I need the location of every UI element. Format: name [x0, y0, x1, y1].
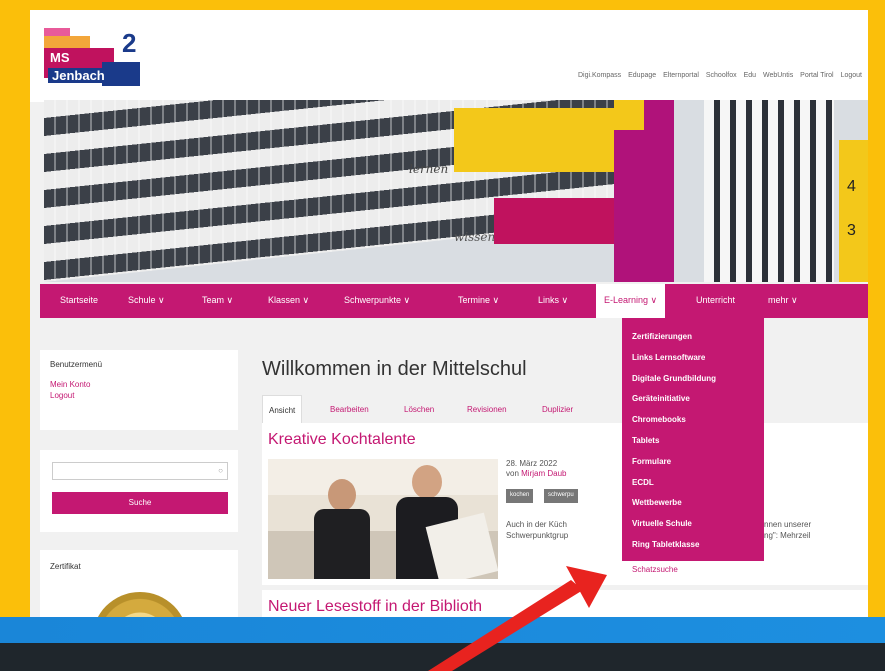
certificate-title: Zertifikat: [50, 562, 81, 571]
tag-badge[interactable]: kochen: [506, 489, 534, 503]
nav-item-links[interactable]: Links ∨: [538, 295, 568, 306]
top-link[interactable]: Portal Tirol: [800, 72, 833, 79]
tab-ansicht[interactable]: Ansicht: [262, 395, 303, 423]
school-logo[interactable]: MS Jenbach 2: [44, 28, 146, 88]
teaser-line: nnen unserer: [764, 520, 812, 529]
teaser-line: Auch in der Küch: [506, 520, 567, 529]
tab-duplizieren[interactable]: Duplizier: [542, 395, 573, 423]
main-navigation: Startseite Schule ∨ Team ∨ Klassen ∨ Sch…: [40, 284, 868, 318]
article-date: 28. März 2022: [506, 459, 558, 468]
link-logout[interactable]: Logout: [50, 391, 74, 400]
top-link[interactable]: Edupage: [628, 72, 656, 79]
top-link[interactable]: WebUntis: [763, 72, 793, 79]
article-teaser: Kreative Kochtalente 28. März 2022 von M…: [262, 423, 868, 585]
hero-word-lernen: lernen: [409, 162, 449, 176]
nav-item-unterricht[interactable]: Unterricht: [696, 295, 735, 305]
logo-text-jenbach: Jenbach: [48, 68, 109, 83]
photo-child-head: [328, 479, 356, 511]
nav-item-team[interactable]: Team ∨: [202, 295, 233, 306]
hero-right-edge: 4 3: [839, 140, 868, 282]
photo-child-body: [314, 509, 370, 579]
tag-badge[interactable]: schwerpu: [544, 489, 578, 503]
hero-yellow-panel: [454, 108, 614, 172]
user-menu-title: Benutzermenü: [50, 360, 103, 369]
nav-item-klassen[interactable]: Klassen ∨: [268, 295, 309, 306]
article-heading[interactable]: Neuer Lesestoff in der Biblioth: [268, 598, 482, 616]
overlay-dark-bar: [0, 643, 885, 671]
hero-word-wissen: wissen: [454, 230, 496, 244]
menu-item-zertifizierungen[interactable]: Zertifizierungen: [622, 332, 764, 353]
logo-block: [44, 36, 90, 48]
menu-item-wettbewerbe[interactable]: Wettbewerbe: [622, 498, 764, 519]
tab-revisionen[interactable]: Revisionen: [467, 395, 507, 423]
hero-right-building: [704, 100, 834, 282]
nav-item-mehr[interactable]: mehr ∨: [768, 295, 798, 306]
nav-item-schule[interactable]: Schule ∨: [128, 295, 165, 306]
hero-pillar-top: [614, 100, 644, 130]
menu-item-formulare[interactable]: Formulare: [622, 457, 764, 478]
web-page: MS Jenbach 2 Digi.Kompass Edupage Eltern…: [30, 10, 868, 671]
menu-item-ecdl[interactable]: ECDL: [622, 478, 764, 499]
menu-item-schatzsuche[interactable]: Schatzsuche: [622, 560, 764, 579]
top-links: Digi.Kompass Edupage Elternportal School…: [573, 72, 862, 79]
nav-item-termine[interactable]: Termine ∨: [458, 295, 499, 306]
search-input[interactable]: ○: [52, 462, 228, 480]
page-title: Willkommen in der Mittelschul: [262, 358, 527, 380]
menu-item-geraeteinitiative[interactable]: Geräteinitiative: [622, 394, 764, 415]
top-link[interactable]: Edu: [744, 72, 756, 79]
site-header: MS Jenbach 2 Digi.Kompass Edupage Eltern…: [30, 10, 868, 102]
article-teaser-text-right: nnen unserer ng": Mehrzeil: [764, 519, 811, 541]
search-button[interactable]: Suche: [52, 492, 228, 514]
article-heading[interactable]: Kreative Kochtalente: [268, 431, 416, 449]
nav-item-startseite[interactable]: Startseite: [60, 295, 98, 305]
user-menu-block: Benutzermenü Mein Konto Logout: [40, 350, 238, 430]
teaser-line: Schwerpunktgrup: [506, 531, 569, 540]
article-author-line: von Mirjam Daub: [506, 469, 566, 478]
article-image-kids-cooking[interactable]: [268, 459, 498, 579]
hero-magenta-panel: [494, 198, 614, 244]
photo-child: [314, 479, 370, 579]
hero-image-school-building: 4 3 lernen wissen: [44, 100, 868, 282]
article-teaser-text: Auch in der Küch Schwerpunktgrup: [506, 519, 568, 541]
tab-bearbeiten[interactable]: Bearbeiten: [330, 395, 369, 423]
menu-item-ring-tabletklasse[interactable]: Ring Tabletklasse: [622, 540, 764, 561]
logo-number: 2: [122, 28, 137, 58]
menu-item-tablets[interactable]: Tablets: [622, 436, 764, 457]
link-mein-konto[interactable]: Mein Konto: [50, 380, 90, 389]
nav-item-e-learning[interactable]: E-Learning ∨: [596, 284, 666, 318]
logo-text-ms: MS: [50, 50, 70, 65]
top-link-logout[interactable]: Logout: [841, 72, 862, 79]
overlay-blue-band: [0, 617, 885, 643]
photo-child-head: [412, 465, 442, 499]
top-link[interactable]: Elternportal: [663, 72, 699, 79]
nav-item-schwerpunkte[interactable]: Schwerpunkte ∨: [344, 295, 410, 306]
menu-item-digitale-grundbildung[interactable]: Digitale Grundbildung: [622, 374, 764, 395]
menu-item-virtuelle-schule[interactable]: Virtuelle Schule: [622, 519, 764, 540]
hero-number: 3: [847, 222, 856, 239]
teaser-line: ng": Mehrzeil: [764, 531, 811, 540]
tab-loeschen[interactable]: Löschen: [404, 395, 434, 423]
top-link[interactable]: Digi.Kompass: [578, 72, 621, 79]
search-block: ○ Suche: [40, 450, 238, 532]
menu-item-links-lernsoftware[interactable]: Links Lernsoftware: [622, 353, 764, 374]
article-author[interactable]: Mirjam Daub: [521, 469, 566, 478]
hero-number: 4: [847, 178, 856, 195]
menu-item-chromebooks[interactable]: Chromebooks: [622, 415, 764, 436]
top-link[interactable]: Schoolfox: [706, 72, 737, 79]
search-clear-icon[interactable]: ○: [218, 466, 223, 475]
article-by-prefix: von: [506, 469, 519, 478]
hero-pillar: [614, 100, 674, 282]
e-learning-dropdown-menu: Zertifizierungen Links Lernsoftware Digi…: [622, 318, 764, 579]
